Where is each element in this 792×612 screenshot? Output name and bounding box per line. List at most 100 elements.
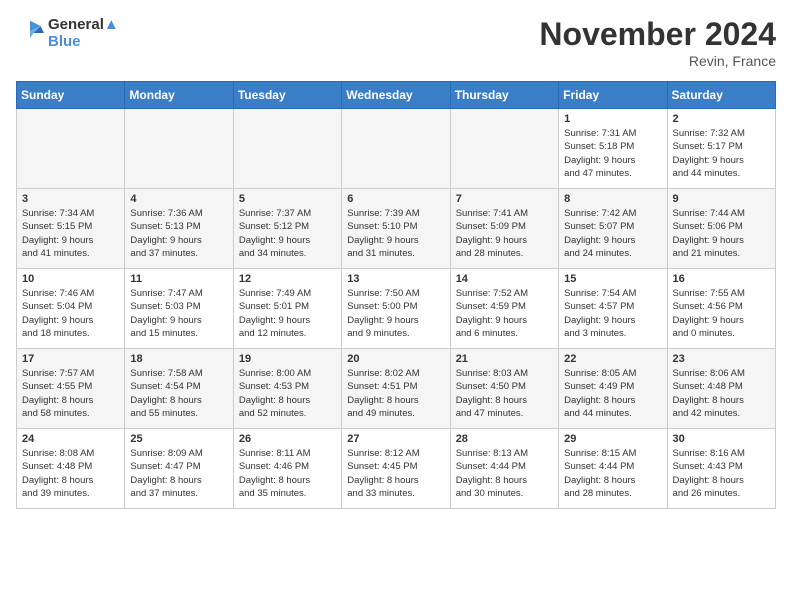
calendar-cell: 3 Sunrise: 7:34 AMSunset: 5:15 PMDaylight… — [17, 189, 125, 269]
calendar-cell: 24 Sunrise: 8:08 AMSunset: 4:48 PMDayligh… — [17, 429, 125, 509]
day-number: 16 — [673, 273, 770, 285]
day-number: 10 — [22, 273, 119, 285]
day-info: Sunrise: 7:58 AMSunset: 4:54 PMDaylight:… — [130, 367, 227, 420]
calendar-cell: 10 Sunrise: 7:46 AMSunset: 5:04 PMDayligh… — [17, 269, 125, 349]
day-number: 8 — [564, 193, 661, 205]
day-info: Sunrise: 7:34 AMSunset: 5:15 PMDaylight:… — [22, 207, 119, 260]
calendar-cell: 21 Sunrise: 8:03 AMSunset: 4:50 PMDayligh… — [450, 349, 558, 429]
day-info: Sunrise: 7:31 AMSunset: 5:18 PMDaylight:… — [564, 127, 661, 180]
day-number: 7 — [456, 193, 553, 205]
title-block: November 2024 Revin, France — [539, 16, 776, 69]
day-info: Sunrise: 8:11 AMSunset: 4:46 PMDaylight:… — [239, 447, 336, 500]
day-number: 6 — [347, 193, 444, 205]
day-info: Sunrise: 8:09 AMSunset: 4:47 PMDaylight:… — [130, 447, 227, 500]
week-row-5: 24 Sunrise: 8:08 AMSunset: 4:48 PMDayligh… — [17, 429, 776, 509]
weekday-header-saturday: Saturday — [667, 82, 775, 109]
calendar-cell: 25 Sunrise: 8:09 AMSunset: 4:47 PMDayligh… — [125, 429, 233, 509]
page-header: General▲ Blue November 2024 Revin, Franc… — [16, 16, 776, 69]
day-number: 1 — [564, 113, 661, 125]
calendar-cell: 12 Sunrise: 7:49 AMSunset: 5:01 PMDayligh… — [233, 269, 341, 349]
calendar-cell: 1 Sunrise: 7:31 AMSunset: 5:18 PMDaylight… — [559, 109, 667, 189]
weekday-header-thursday: Thursday — [450, 82, 558, 109]
day-info: Sunrise: 7:52 AMSunset: 4:59 PMDaylight:… — [456, 287, 553, 340]
day-number: 29 — [564, 433, 661, 445]
logo-icon — [16, 19, 44, 47]
weekday-header-tuesday: Tuesday — [233, 82, 341, 109]
day-number: 12 — [239, 273, 336, 285]
calendar-cell: 11 Sunrise: 7:47 AMSunset: 5:03 PMDayligh… — [125, 269, 233, 349]
day-info: Sunrise: 7:46 AMSunset: 5:04 PMDaylight:… — [22, 287, 119, 340]
day-info: Sunrise: 8:15 AMSunset: 4:44 PMDaylight:… — [564, 447, 661, 500]
day-number: 3 — [22, 193, 119, 205]
logo: General▲ Blue — [16, 16, 119, 50]
month-title: November 2024 — [539, 16, 776, 53]
calendar-cell — [342, 109, 450, 189]
calendar-cell: 23Sunrise: 8:06 AMSunset: 4:48 PMDayligh… — [667, 349, 775, 429]
day-number: 17 — [22, 353, 119, 365]
weekday-header-friday: Friday — [559, 82, 667, 109]
day-number: 25 — [130, 433, 227, 445]
day-number: 5 — [239, 193, 336, 205]
day-number: 11 — [130, 273, 227, 285]
day-number: 14 — [456, 273, 553, 285]
day-info: Sunrise: 8:00 AMSunset: 4:53 PMDaylight:… — [239, 367, 336, 420]
day-number: 26 — [239, 433, 336, 445]
day-info: Sunrise: 8:02 AMSunset: 4:51 PMDaylight:… — [347, 367, 444, 420]
day-info: Sunrise: 7:41 AMSunset: 5:09 PMDaylight:… — [456, 207, 553, 260]
day-number: 27 — [347, 433, 444, 445]
week-row-3: 10 Sunrise: 7:46 AMSunset: 5:04 PMDayligh… — [17, 269, 776, 349]
day-number: 23 — [673, 353, 770, 365]
day-number: 22 — [564, 353, 661, 365]
calendar-cell: 7 Sunrise: 7:41 AMSunset: 5:09 PMDaylight… — [450, 189, 558, 269]
week-row-4: 17 Sunrise: 7:57 AMSunset: 4:55 PMDayligh… — [17, 349, 776, 429]
day-info: Sunrise: 8:05 AMSunset: 4:49 PMDaylight:… — [564, 367, 661, 420]
day-info: Sunrise: 7:42 AMSunset: 5:07 PMDaylight:… — [564, 207, 661, 260]
day-info: Sunrise: 8:13 AMSunset: 4:44 PMDaylight:… — [456, 447, 553, 500]
day-info: Sunrise: 7:55 AMSunset: 4:56 PMDaylight:… — [673, 287, 770, 340]
logo-text: General▲ Blue — [48, 16, 119, 50]
calendar-cell: 18Sunrise: 7:58 AMSunset: 4:54 PMDayligh… — [125, 349, 233, 429]
calendar-cell: 6 Sunrise: 7:39 AMSunset: 5:10 PMDaylight… — [342, 189, 450, 269]
weekday-header-monday: Monday — [125, 82, 233, 109]
day-number: 4 — [130, 193, 227, 205]
day-info: Sunrise: 7:57 AMSunset: 4:55 PMDaylight:… — [22, 367, 119, 420]
day-info: Sunrise: 8:12 AMSunset: 4:45 PMDaylight:… — [347, 447, 444, 500]
weekday-header-wednesday: Wednesday — [342, 82, 450, 109]
day-number: 24 — [22, 433, 119, 445]
calendar-cell: 20 Sunrise: 8:02 AMSunset: 4:51 PMDayligh… — [342, 349, 450, 429]
calendar-cell: 9 Sunrise: 7:44 AMSunset: 5:06 PMDaylight… — [667, 189, 775, 269]
day-info: Sunrise: 7:37 AMSunset: 5:12 PMDaylight:… — [239, 207, 336, 260]
day-number: 15 — [564, 273, 661, 285]
calendar-cell — [233, 109, 341, 189]
day-info: Sunrise: 7:44 AMSunset: 5:06 PMDaylight:… — [673, 207, 770, 260]
day-number: 2 — [673, 113, 770, 125]
day-info: Sunrise: 7:47 AMSunset: 5:03 PMDaylight:… — [130, 287, 227, 340]
calendar-cell: 5 Sunrise: 7:37 AMSunset: 5:12 PMDaylight… — [233, 189, 341, 269]
day-number: 19 — [239, 353, 336, 365]
calendar-cell: 27 Sunrise: 8:12 AMSunset: 4:45 PMDayligh… — [342, 429, 450, 509]
day-info: Sunrise: 8:03 AMSunset: 4:50 PMDaylight:… — [456, 367, 553, 420]
day-number: 28 — [456, 433, 553, 445]
calendar-cell: 13Sunrise: 7:50 AMSunset: 5:00 PMDayligh… — [342, 269, 450, 349]
calendar-table: SundayMondayTuesdayWednesdayThursdayFrid… — [16, 81, 776, 509]
day-number: 30 — [673, 433, 770, 445]
calendar-cell: 8 Sunrise: 7:42 AMSunset: 5:07 PMDaylight… — [559, 189, 667, 269]
calendar-cell: 16 Sunrise: 7:55 AMSunset: 4:56 PMDayligh… — [667, 269, 775, 349]
week-row-2: 3 Sunrise: 7:34 AMSunset: 5:15 PMDaylight… — [17, 189, 776, 269]
weekday-header-sunday: Sunday — [17, 82, 125, 109]
calendar-cell: 22 Sunrise: 8:05 AMSunset: 4:49 PMDayligh… — [559, 349, 667, 429]
calendar-cell: 30Sunrise: 8:16 AMSunset: 4:43 PMDayligh… — [667, 429, 775, 509]
calendar-cell: 29 Sunrise: 8:15 AMSunset: 4:44 PMDayligh… — [559, 429, 667, 509]
calendar-cell: 2Sunrise: 7:32 AMSunset: 5:17 PMDaylight… — [667, 109, 775, 189]
weekday-header-row: SundayMondayTuesdayWednesdayThursdayFrid… — [17, 82, 776, 109]
day-info: Sunrise: 8:08 AMSunset: 4:48 PMDaylight:… — [22, 447, 119, 500]
day-info: Sunrise: 7:49 AMSunset: 5:01 PMDaylight:… — [239, 287, 336, 340]
calendar-cell: 14 Sunrise: 7:52 AMSunset: 4:59 PMDayligh… — [450, 269, 558, 349]
calendar-cell: 17 Sunrise: 7:57 AMSunset: 4:55 PMDayligh… — [17, 349, 125, 429]
calendar-cell: 15 Sunrise: 7:54 AMSunset: 4:57 PMDayligh… — [559, 269, 667, 349]
day-info: Sunrise: 7:39 AMSunset: 5:10 PMDaylight:… — [347, 207, 444, 260]
day-number: 9 — [673, 193, 770, 205]
day-number: 21 — [456, 353, 553, 365]
day-number: 20 — [347, 353, 444, 365]
day-info: Sunrise: 7:54 AMSunset: 4:57 PMDaylight:… — [564, 287, 661, 340]
